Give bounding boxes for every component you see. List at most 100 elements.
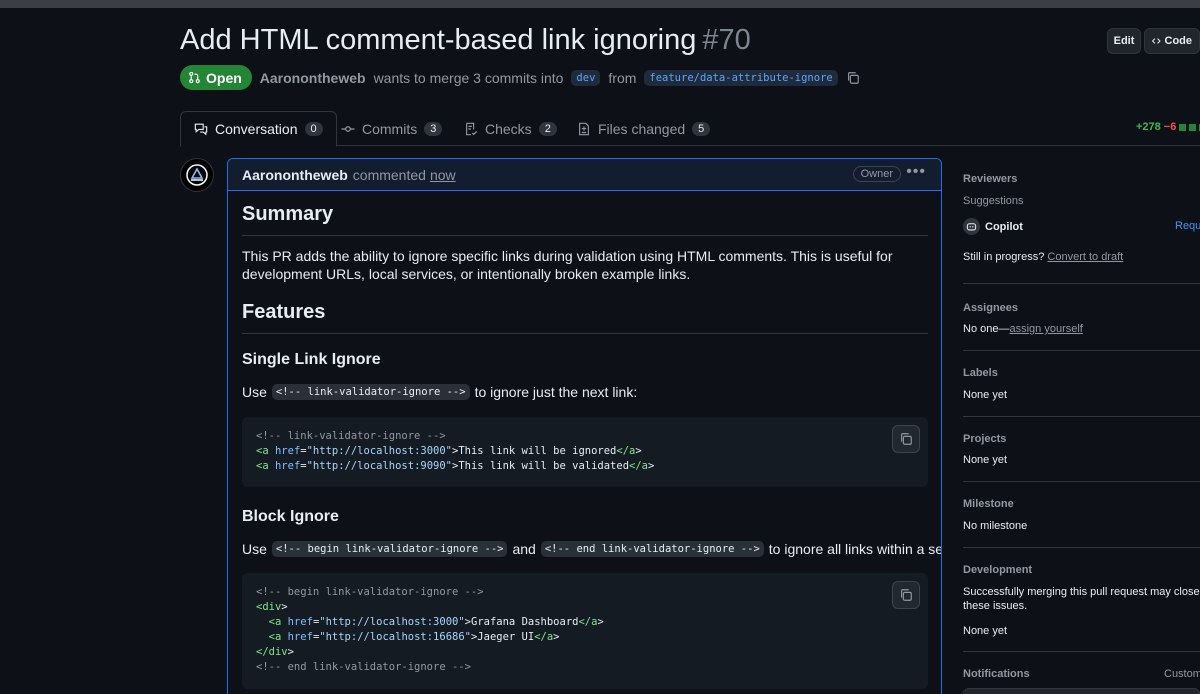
copy-code-button[interactable] [892,581,920,609]
copilot-icon [963,218,980,235]
single-link-heading: Single Link Ignore [242,351,381,368]
code-block: <!-- link-validator-ignore --> <a href="… [242,417,928,487]
milestone-title[interactable]: Milestone [963,498,1014,510]
tab-counter: 3 [424,121,443,136]
code-line: <!-- link-validator-ignore --> [256,430,446,442]
heading-divider [242,333,928,334]
code-line: </div> [256,646,294,658]
tab-conversation[interactable]: Conversation 0 [180,111,337,147]
tab-label: Checks [485,120,532,137]
deletions-count: −6 [1163,121,1177,133]
code-line: <!-- begin link-validator-ignore --> [256,586,484,598]
tab-label: Conversation [215,121,298,137]
assignees-title[interactable]: Assignees [963,302,1018,314]
development-text: these issues. [963,600,1028,612]
code-line: <a href="http://localhost:9090">This lin… [256,460,655,472]
tab-label: Files changed [598,120,686,137]
code-line: <!-- end link-validator-ignore --> [256,661,471,673]
comment-author[interactable]: Aaronontheweb [242,167,348,183]
git-pull-request-icon [189,71,200,84]
edit-button-label: Edit [1113,35,1135,47]
labels-title[interactable]: Labels [963,367,998,379]
head-branch[interactable]: feature/data-attribute-ignore [644,69,838,86]
git-commit-icon [341,125,355,132]
copy-icon [901,589,912,601]
tab-commits[interactable]: Commits 3 [328,111,455,146]
comment-card: Aaronontheweb commented now Owner ••• Su… [227,158,942,694]
inline-code: <!-- end link-validator-ignore --> [540,541,764,557]
copy-code-button[interactable] [892,425,920,453]
code-button[interactable]: Code [1144,28,1200,54]
author-link[interactable]: Aaronontheweb [260,70,366,86]
subscribe-button[interactable] [963,688,1200,694]
projects-title[interactable]: Projects [963,433,1006,445]
draft-text: Still in progress? [963,251,1045,263]
kebab-menu-icon[interactable]: ••• [906,163,926,181]
tab-checks[interactable]: Checks 2 [451,111,570,146]
usage-text: to ignore all links within a section: [768,541,942,557]
from-text: from [608,69,637,86]
code-icon [1152,38,1161,44]
pr-meta: Open Aaronontheweb wants to merge 3 comm… [180,65,860,90]
copy-icon[interactable] [846,71,860,85]
inline-code: <!-- link-validator-ignore --> [271,384,470,400]
single-usage-line: Use <!-- link-validator-ignore --> to ig… [242,384,637,400]
projects-value: None yet [963,454,1008,466]
request-review-link[interactable]: Requ [1175,220,1200,232]
pr-number: #70 [702,24,751,56]
code-line: <a href="http://localhost:16686">Jaeger … [268,631,560,643]
tab-label: Commits [362,120,418,137]
diffstat: +278 −6 [1136,121,1200,133]
block-ignore-heading: Block Ignore [242,508,339,525]
labels-value: None yet [963,389,1008,401]
author-avatar-icon [186,164,208,186]
sidebar-divider [963,651,1200,652]
usage-text: Use [242,384,267,400]
tab-counter: 0 [304,122,323,136]
state-label: Open [206,69,242,86]
draft-line: Still in progress? Convert to draft [963,251,1123,263]
diffstat-block [1179,123,1187,131]
avatar[interactable] [180,158,214,192]
development-value: None yet [963,625,1008,637]
top-header-bar [0,0,1200,8]
tab-counter: 5 [692,121,711,136]
summary-heading: Summary [242,203,334,225]
page-title: Add HTML comment-based link ignoring #70 [180,24,751,57]
code-line: <div> [256,601,288,613]
assign-yourself-link[interactable]: assign yourself [1009,323,1082,335]
usage-text: and [512,541,536,557]
owner-badge: Owner [852,166,901,182]
sidebar-divider [963,350,1200,351]
comment-timestamp[interactable]: now [430,167,456,183]
edit-button[interactable]: Edit [1107,28,1141,54]
pr-tabs: Conversation 0 Commits 3 Checks 2 Files … [180,110,1200,147]
diffstat-block [1189,123,1197,131]
development-title[interactable]: Development [963,564,1032,576]
sidebar-divider [963,547,1200,548]
development-text: Successfully merging this pull request m… [963,586,1200,598]
checklist-icon [466,122,478,135]
no-assignee-text: No one— [963,323,1010,335]
convert-to-draft-link[interactable]: Convert to draft [1047,251,1123,263]
merge-text: wants to merge 3 commits into [373,69,564,86]
additions-count: +278 [1136,121,1161,133]
code-line: <a href="http://localhost:3000">Grafana … [268,616,604,628]
notifications-customize-link[interactable]: Custom [1164,668,1200,680]
sidebar-divider [963,283,1200,284]
copy-icon [901,433,912,445]
tab-counter: 2 [538,121,557,136]
inline-code: <!-- begin link-validator-ignore --> [271,541,508,557]
assignees-value: No one—assign yourself [963,323,1083,335]
comment-discussion-icon [194,123,208,136]
milestone-value: No milestone [963,520,1028,532]
summary-text: This PR adds the ability to ignore speci… [242,248,893,282]
code-button-label: Code [1164,35,1193,47]
block-usage-line: Use <!-- begin link-validator-ignore -->… [242,541,942,557]
file-diff-icon [579,122,589,135]
base-branch[interactable]: dev [571,69,601,86]
reviewers-title[interactable]: Reviewers [963,173,1017,185]
comment-action: commented [352,166,426,183]
copilot-name: Copilot [985,220,1023,233]
tab-files-changed[interactable]: Files changed 5 [564,111,723,146]
